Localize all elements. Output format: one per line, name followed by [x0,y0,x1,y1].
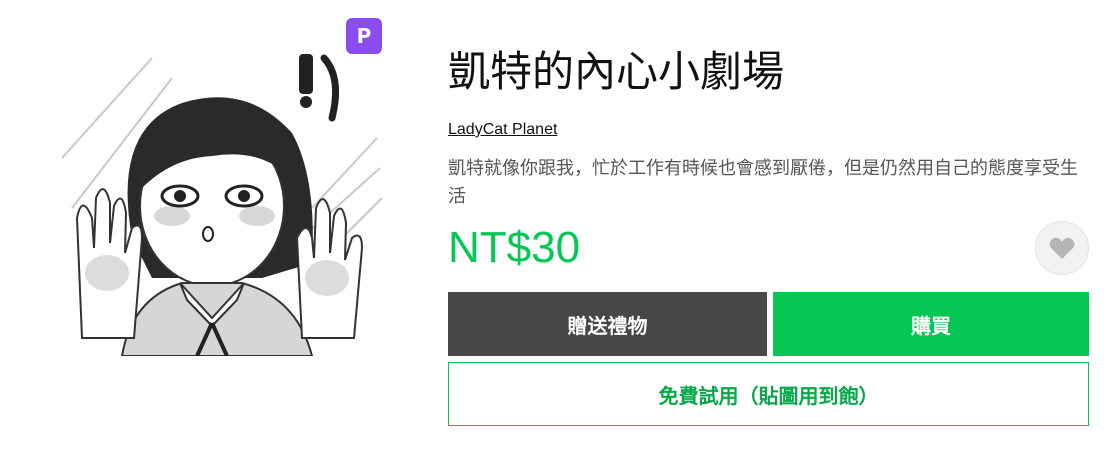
sticker-description: 凱特就像你跟我，忙於工作有時候也會感到厭倦，但是仍然用自己的態度享受生活 [448,158,1078,207]
author-link[interactable]: LadyCat Planet [448,120,557,140]
sticker-character-illustration [62,54,382,356]
price-label: NT$30 [448,223,581,272]
purchase-actions: 贈送禮物 購買 [448,292,1089,356]
gift-button[interactable]: 贈送禮物 [448,292,767,356]
buy-button[interactable]: 購買 [773,292,1089,356]
premium-badge: P [346,18,382,54]
favorite-button[interactable] [1035,221,1089,275]
free-trial-button[interactable]: 免費試用（貼圖用到飽） [448,362,1089,426]
sticker-detail-page: P 凱特的內心小劇場 LadyCat Planet 凱特就像你跟我，忙於工作有時… [0,0,1110,458]
heart-icon [1049,237,1075,259]
sticker-title: 凱特的內心小劇場 [448,47,785,96]
sticker-image [62,38,382,356]
